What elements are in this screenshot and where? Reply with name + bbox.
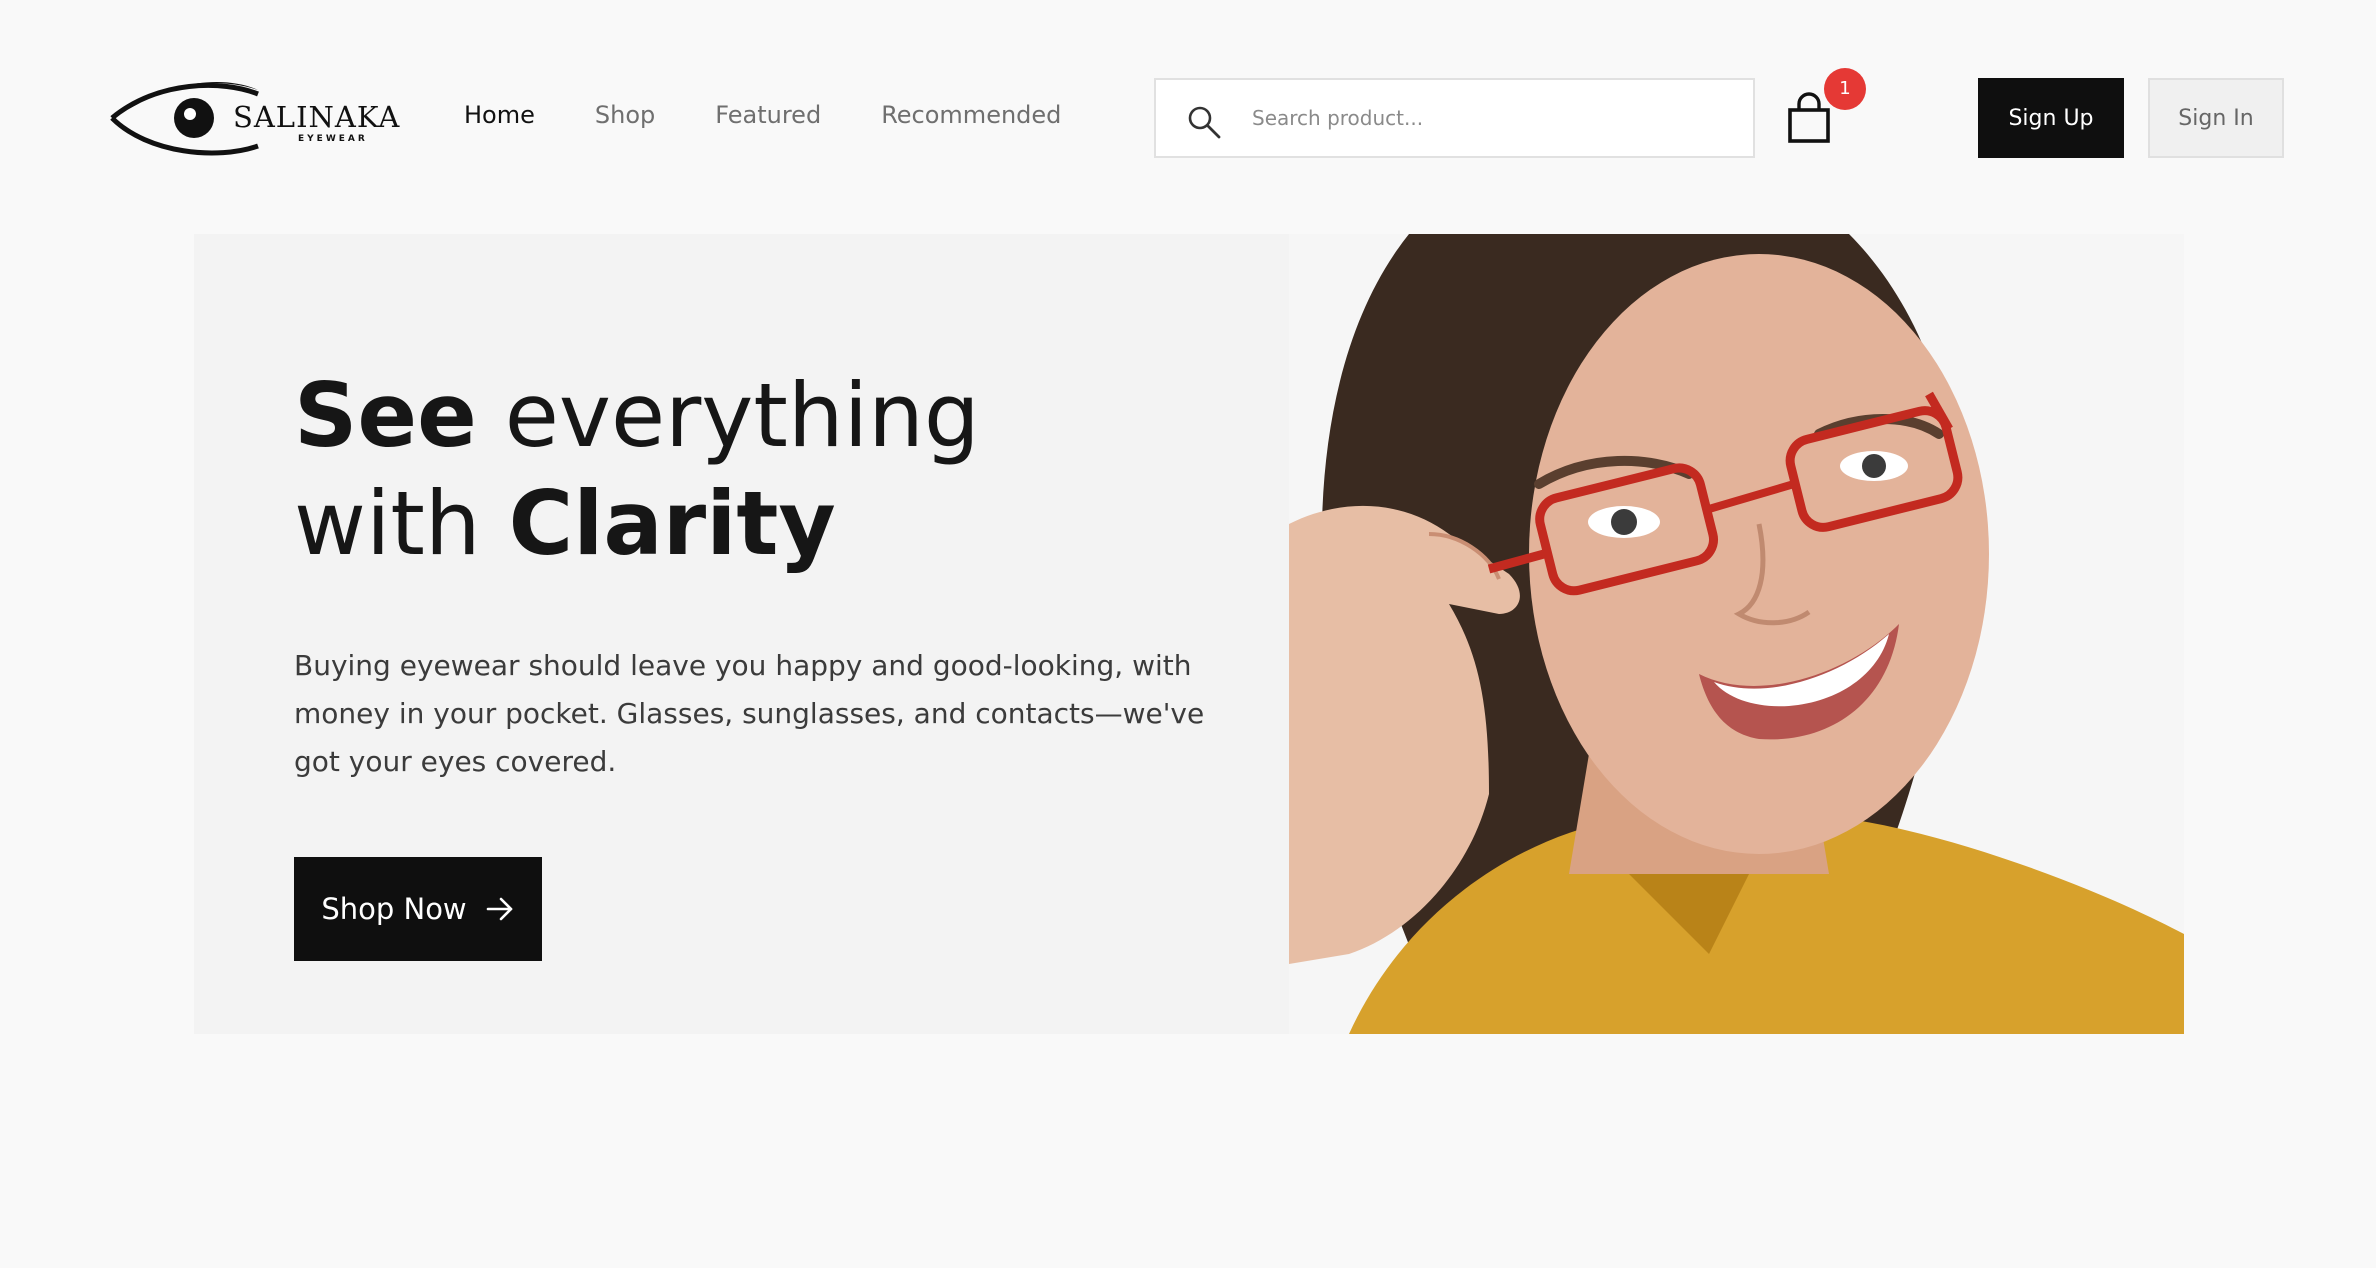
shop-now-label: Shop Now bbox=[321, 892, 467, 926]
brand-name: SALINAKA bbox=[233, 100, 401, 134]
hero-title: See everything with Clarity bbox=[294, 362, 1194, 578]
navbar: SALINAKA EYEWEAR Home Shop Featured Reco… bbox=[0, 0, 2376, 230]
shopping-bag-icon bbox=[1788, 92, 1830, 143]
hero-title-bold-2: Clarity bbox=[508, 472, 836, 575]
main-nav: Home Shop Featured Recommended bbox=[464, 96, 1061, 134]
sign-up-button[interactable]: Sign Up bbox=[1978, 78, 2124, 158]
brand-tagline: EYEWEAR bbox=[298, 134, 368, 144]
search-box bbox=[1154, 78, 1755, 158]
nav-featured-link[interactable]: Featured bbox=[715, 96, 821, 134]
hero-description: Buying eyewear should leave you happy an… bbox=[294, 649, 1205, 778]
hero-title-rest-1: everything bbox=[476, 364, 980, 467]
nav-home-link[interactable]: Home bbox=[464, 96, 535, 134]
hero-title-bold-1: See bbox=[294, 364, 477, 467]
page: SALINAKA EYEWEAR Home Shop Featured Reco… bbox=[0, 0, 2376, 1268]
hero-banner: See everything with Clarity Buying eyewe… bbox=[194, 234, 2184, 1034]
nav-shop-link[interactable]: Shop bbox=[595, 96, 655, 134]
hero-image bbox=[1289, 234, 2184, 1034]
shop-now-button[interactable]: Shop Now bbox=[294, 857, 542, 961]
sign-in-button[interactable]: Sign In bbox=[2148, 78, 2284, 158]
search-icon[interactable] bbox=[1186, 104, 1222, 140]
search-input[interactable] bbox=[1252, 90, 1732, 146]
woman-with-glasses-image bbox=[1289, 234, 2184, 1034]
arrow-right-icon bbox=[486, 897, 512, 921]
hero-title-pre-2: with bbox=[294, 472, 509, 575]
cart-button[interactable] bbox=[1786, 92, 1832, 144]
cart-count-badge: 1 bbox=[1824, 68, 1866, 110]
nav-recommended-link[interactable]: Recommended bbox=[881, 96, 1061, 134]
